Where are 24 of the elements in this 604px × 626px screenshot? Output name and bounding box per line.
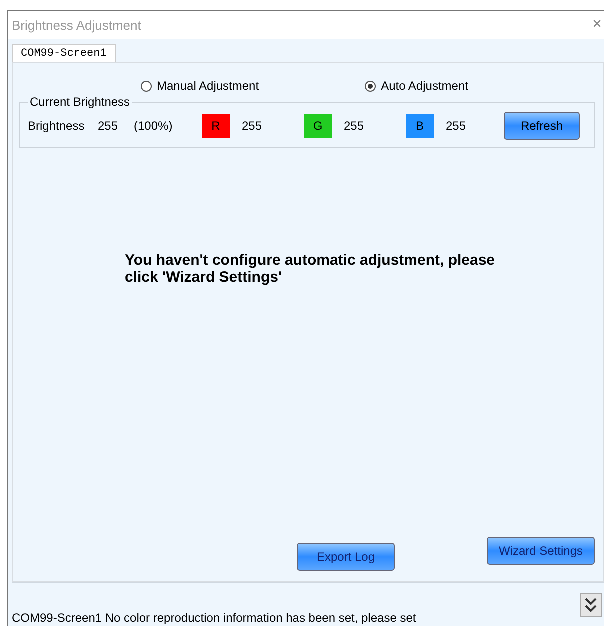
group-title: Current Brightness (29, 95, 132, 109)
channel-swatch: R (202, 114, 230, 138)
expand-button[interactable] (580, 592, 602, 616)
info-message: You haven't configure automatic adjustment, please click 'Wizard Settings' (125, 252, 496, 286)
channel-value: 255 (343, 119, 366, 133)
radio-button[interactable] (141, 80, 152, 92)
channel-value: 255 (241, 119, 264, 133)
close-button[interactable]: × (590, 16, 604, 34)
channel-value: 255 (445, 119, 468, 133)
radio-label[interactable]: Manual Adjustment (157, 79, 260, 93)
tab[interactable]: COM99-Screen1 (12, 44, 116, 63)
brightness-percent: (100%) (134, 119, 170, 133)
channel-swatch: B (406, 114, 434, 138)
wizard-settings-button[interactable]: Wizard Settings (487, 537, 595, 565)
radio-label[interactable]: Auto Adjustment (381, 79, 468, 93)
brightness-label: Brightness (28, 119, 86, 133)
status-text: COM99-Screen1 No color reproduction information has been set, please set (12, 611, 416, 626)
radio-button[interactable] (365, 80, 376, 92)
window-title: Brightness Adjustment (12, 18, 142, 32)
double-chevron-icon (584, 596, 598, 612)
refresh-button[interactable]: Refresh (504, 112, 580, 140)
brightness-value: 255 (98, 119, 120, 133)
export-log-button[interactable]: Export Log (297, 543, 395, 571)
channel-swatch: G (304, 114, 332, 138)
